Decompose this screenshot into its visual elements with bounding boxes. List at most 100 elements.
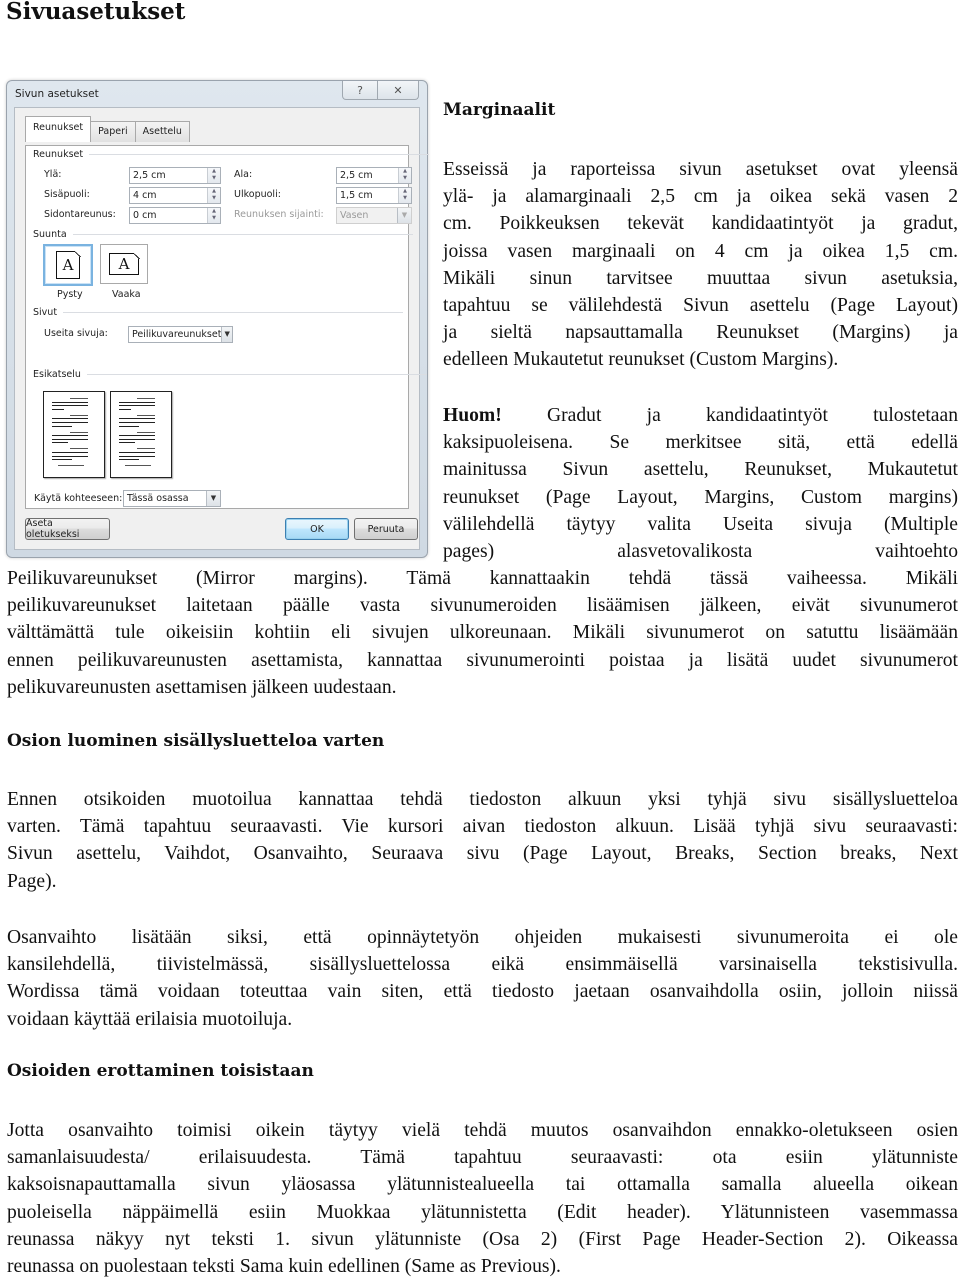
text-line: kansilehdellä, tiivistelmässä, sisällysl… [7,954,958,976]
heading-osion-luominen: Osion luominen sisällysluetteloa varten [7,731,385,751]
text-line: cm. Poikkeuksen tekevät kandidaatintyöt … [443,213,958,235]
text-line: reunukset (Page Layout, Margins, Custom … [443,486,958,508]
dialog-title: Sivun asetukset [15,88,99,100]
paragraph-huom: Huom! Gradut ja kandidaatintyöt tulostet… [443,402,958,565]
spinner-arrows-icon[interactable]: ▲ ▼ [207,188,220,203]
gutter-input[interactable]: 0 cm ▲ ▼ [129,207,221,224]
inside-margin-input[interactable]: 4 cm ▲ ▼ [129,187,221,204]
preview-text-line [119,459,139,461]
text-line: kaksoisnapauttamalla sivun yläosassa ylä… [7,1174,958,1196]
tab-paperi[interactable]: Paperi [90,121,136,142]
preview-text-line [52,435,88,437]
apply-to-label: Käytä kohteeseen: [34,493,123,504]
group-label-pages-text: Sivut [33,307,58,318]
dropdown-arrow-icon[interactable]: ▼ [221,327,232,342]
text-line: varten. Tämä tapahtuu seuraavasti. Vie k… [7,816,958,838]
help-question-icon[interactable]: ? [343,81,377,99]
text-line: mainitussa Sivun asettelu, Reunukset, Mu… [443,459,958,481]
close-x-icon[interactable]: ✕ [377,81,418,99]
text-line: Mikäli sinun tarvitsee muuttaa sivun ase… [443,267,958,289]
preview-text-line [52,455,88,457]
tab-asettelu[interactable]: Asettelu [134,121,190,142]
text-line: ja sieltä napsauttamalla Reunukset (Marg… [443,322,958,344]
top-margin-input[interactable]: 2,5 cm ▲ ▼ [129,167,221,184]
preview-text-line [137,448,155,450]
portrait-page-icon: A [56,250,81,279]
text-line: Jotta osanvaihto toimisi oikein täytyy v… [7,1120,958,1141]
outside-margin-label: Ulkopuoli: [234,189,281,200]
top-margin-value: 2,5 cm [133,170,166,181]
text-line: tapahtuu se välilehdestä Sivun asettelu … [443,295,958,317]
text-line: ennen peilikuvareunusten asettamista, ka… [7,649,958,671]
text-line: Ennen otsikoiden muotoilua kannattaa teh… [7,789,958,810]
preview-text-line [119,452,155,453]
preview-text-line [52,408,64,410]
preview-text-line [52,452,88,453]
bottom-margin-input[interactable]: 2,5 cm ▲ ▼ [336,167,412,184]
orientation-portrait-button[interactable]: A [43,244,93,286]
inside-margin-label: Sisäpuoli: [44,189,90,200]
text-line: Page). [7,870,57,892]
preview-page-left [43,391,105,478]
heading-osioiden-erottaminen: Osioiden erottaminen toisistaan [7,1061,314,1081]
bottom-margin-label: Ala: [234,169,253,180]
gutter-label: Sidontareunus: [44,209,116,220]
preview-text-line [119,438,155,440]
preview-text-line [119,401,155,403]
cancel-button[interactable]: Peruuta [354,518,418,540]
preview-text-line [70,414,88,416]
preview-text-line [119,405,155,407]
preview-text-line [137,431,155,433]
spinner-arrows-icon[interactable]: ▲ ▼ [207,208,220,223]
paragraph-huom-continued: Peilikuvareunukset (Mirror margins). Täm… [7,565,958,701]
outside-margin-input[interactable]: 1,5 cm ▲ ▼ [336,187,412,204]
spinner-arrows-icon[interactable]: ▲ ▼ [398,188,411,203]
orientation-landscape-label: Vaaka [112,289,141,300]
orientation-landscape-button[interactable]: A [100,244,148,284]
preview-text-line [70,448,88,450]
preview-text-line [52,438,88,440]
text-line: Peilikuvareunukset (Mirror margins). Täm… [7,568,958,589]
text-line: ylä- ja alamarginaali 2,5 cm ja oikea se… [443,186,958,208]
dropdown-arrow-icon[interactable]: ▼ [206,491,220,506]
preview-text-line [52,401,88,403]
apply-to-select[interactable]: Tässä osassa ▼ [123,490,221,507]
note-label: Huom! [443,405,502,426]
spinner-arrows-icon[interactable]: ▲ ▼ [207,168,220,183]
group-label-pages: Sivut [33,307,403,318]
dialog-client: Reunukset Paperi Asettelu Reunukset Ylä:… [14,107,420,550]
ok-button[interactable]: OK [285,518,349,540]
multiple-pages-select[interactable]: Peilikuvareunukset ▼ [128,326,233,343]
preview-text-line [137,398,155,399]
text-line: puoleisella näppäimellä esiin Muokkaa yl… [7,1201,958,1223]
text-line: edelleen Mukautetut reunukset (Custom Ma… [443,349,839,371]
portrait-glyph: A [62,256,74,274]
paragraph-osion-luominen-2: Osanvaihto lisätään siksi, että opinnäyt… [7,924,958,1033]
dialog-tabs: Reunukset Paperi Asettelu [25,116,190,142]
text-line: voidaan käyttää erilaisia muotoiluja. [7,1008,293,1030]
preview-text-line [119,442,135,444]
preview-text-line [119,435,155,437]
text-line: samanlaisuudesta/ erilaisuudesta. Tämä t… [7,1147,958,1169]
group-label-margins-text: Reunukset [33,149,84,160]
preview-text-line [119,422,155,423]
paragraph-marginaalit: Esseissä ja raporteissa sivun asetukset … [443,156,958,374]
page-setup-dialog: Sivun asetukset ? ✕ Reunukset Paperi Ase… [6,80,428,558]
group-label-preview: Esikatselu [33,369,427,380]
text-line: kaksipuoleisena. Se merkitsee sitä, että… [443,432,958,454]
group-label-margins: Reunukset [33,149,429,160]
text-line: reunassa näkyy nyt teksti 1. sivun ylätu… [7,1228,958,1250]
dropdown-arrow-icon: ▼ [397,208,411,223]
group-label-orientation: Suunta [33,229,413,240]
set-default-button[interactable]: Aseta oletukseksi [25,518,110,540]
outside-margin-value: 1,5 cm [340,190,373,201]
preview-text-line [52,442,68,444]
spinner-arrows-icon[interactable]: ▲ ▼ [398,168,411,183]
tab-reunukset[interactable]: Reunukset [25,116,92,142]
landscape-glyph: A [118,255,130,273]
preview-text-line [58,465,84,467]
orientation-portrait-label: Pysty [57,289,83,300]
preview-text-line [70,398,88,399]
preview-text-line [125,465,151,467]
preview-text-line [52,422,88,423]
